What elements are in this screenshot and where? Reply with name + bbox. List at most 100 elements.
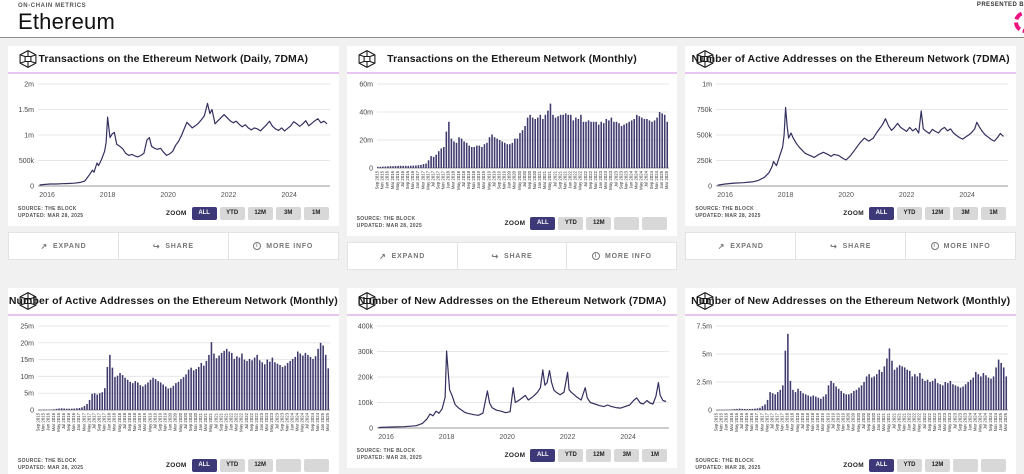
share-icon: ↪ <box>491 251 499 261</box>
zoom-controls: ZOOM ALL YTD 12M 3M 1M <box>166 206 329 220</box>
zoom-ytd-button[interactable]: YTD <box>896 206 922 220</box>
svg-text:500k: 500k <box>19 158 35 165</box>
zoom-label: ZOOM <box>504 219 526 227</box>
presenter-logo-icon <box>1014 11 1024 33</box>
zoom-controls: ZOOM ALL YTD 12M <box>504 216 668 230</box>
svg-text:2024: 2024 <box>620 434 636 441</box>
zoom-blank-button[interactable] <box>952 458 978 472</box>
zoom-ytd-button[interactable]: YTD <box>558 216 584 230</box>
chart-card-cell: Transactions on the Ethereum Network (Mo… <box>346 46 678 270</box>
zoom-1m-button[interactable]: 1M <box>642 448 668 462</box>
source-line: SOURCE: THE BLOCK <box>356 448 416 454</box>
action-label: MORE INFO <box>266 242 314 250</box>
zoom-12m-button[interactable]: 12M <box>924 206 950 220</box>
svg-text:2018: 2018 <box>100 192 116 199</box>
zoom-controls: ZOOM ALL YTD 12M <box>166 458 329 472</box>
share-button[interactable]: ↪ SHARE <box>119 233 229 259</box>
card-accent-divider <box>8 314 339 316</box>
more-info-button[interactable]: i MORE INFO <box>906 233 1015 259</box>
card-header: Number of New Addresses on the Ethereum … <box>347 288 678 314</box>
expand-icon: ↗ <box>40 241 48 251</box>
svg-text:25m: 25m <box>21 324 35 331</box>
svg-text:300k: 300k <box>358 349 374 356</box>
svg-text:0: 0 <box>369 166 373 173</box>
card-footer: SOURCE: THE BLOCK UPDATED: MAR 28, 2025 … <box>8 456 339 474</box>
svg-text:40m: 40m <box>359 110 373 117</box>
zoom-3m-button[interactable]: 3M <box>614 448 640 462</box>
card-actions: ↗ EXPAND ↪ SHARE i MORE INFO <box>8 232 339 260</box>
zoom-3m-button[interactable]: 3M <box>275 206 301 220</box>
zoom-blank-button[interactable] <box>614 216 640 230</box>
zoom-blank-button[interactable] <box>642 216 668 230</box>
zoom-all-button[interactable]: ALL <box>868 206 894 220</box>
card-footer: SOURCE: THE BLOCK UPDATED: MAR 28, 2025 … <box>685 456 1016 474</box>
share-button[interactable]: ↪ SHARE <box>458 243 568 269</box>
zoom-all-button[interactable]: ALL <box>191 206 217 220</box>
expand-button[interactable]: ↗ EXPAND <box>348 243 458 269</box>
chart-source: SOURCE: THE BLOCK UPDATED: MAR 28, 2025 <box>695 458 760 472</box>
header-left: ON-CHAIN METRICS Ethereum <box>18 3 1024 35</box>
expand-button[interactable]: ↗ EXPAND <box>686 233 797 259</box>
zoom-blank-button[interactable] <box>275 458 301 472</box>
zoom-1m-button[interactable]: 1M <box>303 206 329 220</box>
zoom-ytd-button[interactable]: YTD <box>219 206 245 220</box>
svg-text:20m: 20m <box>359 138 373 145</box>
card-header: Number of Active Addresses on the Ethere… <box>685 46 1016 72</box>
zoom-ytd-button[interactable]: YTD <box>558 448 584 462</box>
source-line: SOURCE: THE BLOCK <box>695 458 755 464</box>
updated-line: UPDATED: MAR 28, 2025 <box>695 465 761 471</box>
svg-text:2020: 2020 <box>838 192 854 199</box>
expand-icon: ↗ <box>379 251 387 261</box>
svg-text:250k: 250k <box>696 158 712 165</box>
zoom-blank-button[interactable] <box>980 458 1006 472</box>
zoom-1m-button[interactable]: 1M <box>980 206 1006 220</box>
zoom-12m-button[interactable]: 12M <box>586 216 612 230</box>
zoom-ytd-button[interactable]: YTD <box>896 458 922 472</box>
source-line: SOURCE: THE BLOCK <box>18 206 77 212</box>
more-info-button[interactable]: i MORE INFO <box>567 243 676 269</box>
zoom-all-button[interactable]: ALL <box>191 458 217 472</box>
source-line: SOURCE: THE BLOCK <box>356 216 416 222</box>
expand-icon: ↗ <box>717 241 726 251</box>
svg-text:5m: 5m <box>702 352 712 359</box>
zoom-controls: ZOOM ALL YTD 12M <box>843 458 1006 472</box>
zoom-all-button[interactable]: ALL <box>868 458 894 472</box>
card-accent-divider <box>346 72 678 74</box>
chart-title: Number of New Addresses on the Ethereum … <box>357 295 667 307</box>
svg-text:200k: 200k <box>358 375 374 382</box>
chart-source: SOURCE: THE BLOCK UPDATED: MAR 28, 2025 <box>357 216 422 230</box>
svg-text:500k: 500k <box>696 133 712 140</box>
zoom-all-button[interactable]: ALL <box>530 216 556 230</box>
zoom-12m-button[interactable]: 12M <box>924 458 950 472</box>
zoom-3m-button[interactable]: 3M <box>952 206 978 220</box>
svg-text:400k: 400k <box>358 324 374 331</box>
chart-source: SOURCE: THE BLOCK UPDATED: MAR 28, 2025 <box>695 206 760 220</box>
chart-canvas: 25m20m15m10m5m0Sep 2015 Nov 2015 Jan 2016 M… <box>21 324 331 432</box>
svg-text:2024: 2024 <box>959 192 975 199</box>
zoom-ytd-button[interactable]: YTD <box>219 458 245 472</box>
action-label: SHARE <box>503 252 533 260</box>
the-block-logo-icon <box>18 291 38 311</box>
chart-card: Number of New Addresses on the Ethereum … <box>346 288 678 468</box>
chart-card-cell: Transactions on the Ethereum Network (Da… <box>8 46 339 270</box>
zoom-controls: ZOOM ALL YTD 12M 3M 1M <box>505 448 668 462</box>
svg-text:750k: 750k <box>696 107 712 114</box>
zoom-all-button[interactable]: ALL <box>530 448 556 462</box>
chart-card: Transactions on the Ethereum Network (Mo… <box>346 46 678 236</box>
chart-title: Transactions on the Ethereum Network (Mo… <box>387 53 637 65</box>
card-accent-divider <box>685 314 1016 316</box>
svg-text:2022: 2022 <box>221 192 237 199</box>
share-button[interactable]: ↪ SHARE <box>796 233 907 259</box>
svg-text:2020: 2020 <box>161 192 177 199</box>
svg-text:1m: 1m <box>702 82 712 89</box>
expand-button[interactable]: ↗ EXPAND <box>9 233 119 259</box>
zoom-12m-button[interactable]: 12M <box>586 448 612 462</box>
zoom-blank-button[interactable] <box>303 458 329 472</box>
zoom-12m-button[interactable]: 12M <box>247 206 273 220</box>
zoom-label: ZOOM <box>843 209 864 217</box>
svg-text:2m: 2m <box>25 82 35 89</box>
card-actions: ↗ EXPAND ↪ SHARE i MORE INFO <box>685 232 1016 260</box>
zoom-12m-button[interactable]: 12M <box>247 458 273 472</box>
updated-line: UPDATED: MAR 28, 2025 <box>356 455 423 461</box>
more-info-button[interactable]: i MORE INFO <box>229 233 338 259</box>
